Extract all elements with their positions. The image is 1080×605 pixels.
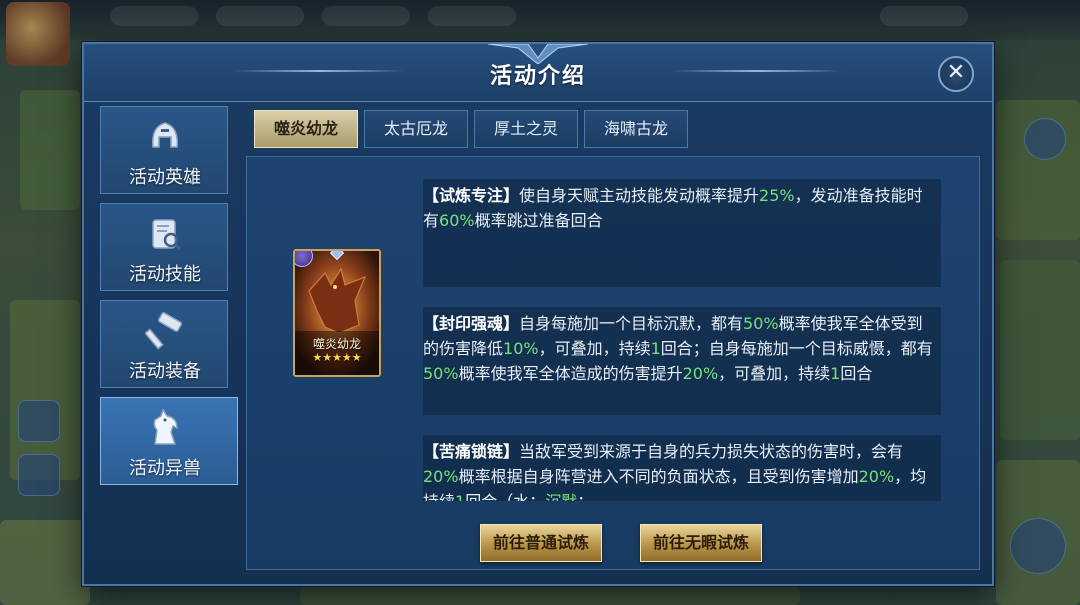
player-avatar	[6, 2, 70, 66]
tab-ancient-doom-dragon[interactable]: 太古厄龙	[364, 110, 468, 148]
skill-value: 沉默	[545, 492, 577, 501]
modal-header: 活动介绍 ✕	[84, 44, 992, 102]
side-nav-activity-skills[interactable]: 活动技能	[100, 203, 228, 291]
star-rating: ★★★★★	[312, 351, 362, 364]
skill-block-scrollable[interactable]: 【苦痛锁链】当敌军受到来源于自身的兵力损失状态的伤害时，会有 20%概率根据自身阵…	[423, 435, 941, 501]
top-resource-bar	[0, 0, 1080, 66]
skill-value: 1	[830, 364, 841, 383]
go-normal-trial-button[interactable]: 前往普通试炼	[480, 524, 602, 562]
resource-slot	[880, 6, 968, 26]
close-button[interactable]: ✕	[938, 56, 974, 92]
side-nav-label: 活动技能	[129, 264, 201, 285]
side-nav-label: 活动英雄	[129, 167, 201, 188]
skill-value: 20%	[423, 467, 459, 486]
skill-value: 50%	[743, 314, 779, 333]
scroll-icon	[152, 219, 182, 251]
tab-tsunami-dragon[interactable]: 海啸古龙	[584, 110, 688, 148]
skill-value: 50%	[423, 364, 459, 383]
skill-value: 25%	[759, 186, 795, 205]
beast-name: 噬炎幼龙	[312, 337, 361, 351]
skill-text: 当敌军受到来源于自身的兵力损失状态的伤害时，会有	[519, 442, 904, 461]
skill-title: 【苦痛锁链】	[423, 442, 520, 461]
skill-block: 【封印强魂】自身每施加一个目标沉默，都有50%概率使我军全体受到的伤害降低10%…	[423, 307, 941, 415]
side-nav-label: 活动异兽	[129, 458, 201, 479]
minimap-icon	[1024, 118, 1066, 160]
side-nav-activity-beasts[interactable]: 活动异兽	[100, 397, 238, 485]
helmet-icon	[152, 122, 178, 148]
skill-value: 10%	[503, 339, 539, 358]
beast-detail-panel: 噬炎幼龙 ★★★★★ 【试炼专注】使自身天赋主动技能发动概率提升25%，发动准备…	[246, 156, 980, 570]
go-flawless-trial-button[interactable]: 前往无暇试炼	[640, 524, 762, 562]
skill-value: 20%	[858, 467, 895, 486]
skill-description: 【苦痛锁链】当敌军受到来源于自身的兵力损失状态的伤害时，会有 20%概率根据自身阵…	[423, 439, 933, 501]
skill-text: 回合；自身每施加一个目标威慑，都有	[660, 339, 933, 358]
skill-value: 60%	[439, 211, 475, 230]
skill-value: 1	[650, 339, 661, 358]
skill-text: ；	[577, 492, 593, 501]
skill-text: 概率根据自身阵营进入不同的负面状态，且受到伤害增加	[458, 467, 859, 486]
resource-slot	[216, 6, 304, 26]
side-nav-activity-heroes[interactable]: 活动英雄	[100, 106, 228, 194]
skill-description: 【封印强魂】自身每施加一个目标沉默，都有50%概率使我军全体受到的伤害降低10%…	[423, 311, 933, 386]
resource-slot	[428, 6, 516, 26]
tab-flame-young-dragon[interactable]: 噬炎幼龙	[254, 110, 358, 148]
skill-text: 使自身天赋主动技能发动概率提升	[519, 186, 760, 205]
horse-icon	[153, 408, 178, 445]
skill-text: 自身每施加一个目标沉默，都有	[519, 314, 744, 333]
map-location-icon	[18, 400, 60, 442]
modal-title: 活动介绍	[489, 64, 586, 89]
side-nav-label: 活动装备	[129, 361, 201, 382]
skill-text: 概率使我军全体造成的伤害提升	[458, 364, 683, 383]
skill-description: 【试炼专注】使自身天赋主动技能发动概率提升25%，发动准备技能时有60%概率跳过…	[423, 183, 933, 233]
skill-block: 【试炼专注】使自身天赋主动技能发动概率提升25%，发动准备技能时有60%概率跳过…	[423, 179, 941, 287]
activity-intro-modal: 活动介绍 ✕ 活动英雄 活动技能 活动装备 活动异兽 噬炎幼龙 太古厄龙 厚土之…	[82, 42, 994, 586]
skill-title: 【试炼专注】	[423, 186, 520, 205]
skill-value: 1	[455, 492, 465, 501]
resource-slot	[110, 6, 198, 26]
skill-text: ，可叠加，持续	[538, 339, 651, 358]
close-icon: ✕	[946, 60, 966, 85]
skill-text: 回合	[840, 364, 873, 383]
mail-icon	[18, 454, 60, 496]
skill-text: 概率跳过准备回合	[474, 211, 603, 230]
world-button-icon	[1010, 518, 1066, 574]
resource-slot	[322, 6, 410, 26]
skill-value: 20%	[682, 364, 719, 383]
side-nav-activity-equipment[interactable]: 活动装备	[100, 300, 228, 388]
beast-card[interactable]: 噬炎幼龙 ★★★★★	[293, 249, 381, 377]
skill-title: 【封印强魂】	[423, 314, 520, 333]
tab-earth-spirit[interactable]: 厚土之灵	[474, 110, 578, 148]
skill-text: ，可叠加，持续	[718, 364, 831, 383]
skill-text: 回合（水：	[465, 492, 545, 501]
hammer-icon	[145, 312, 183, 350]
